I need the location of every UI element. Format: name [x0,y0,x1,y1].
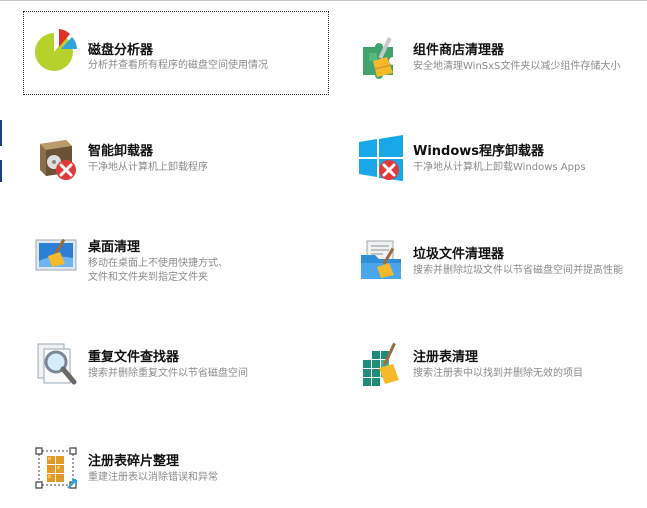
magnifier-document-icon [32,340,80,388]
tool-title: 注册表清理 [413,350,479,365]
tool-title: 垃圾文件清理器 [413,247,505,262]
tool-title: 桌面清理 [88,240,141,255]
folder-broom-icon [357,237,405,285]
window-top-border [0,0,647,1]
tool-registry-defrag[interactable]: 注册表碎片整理 重建注册表以消除错误和异常 [24,436,324,504]
puzzle-broom-icon [357,33,405,81]
windows-logo-delete-icon [357,134,405,182]
tool-component-store-cleaner[interactable]: 组件商店清理器 安全地清理WinSxS文件夹以减少组件存储大小 [349,25,647,93]
tool-duplicate-file-finder[interactable]: 重复文件查找器 搜索并删除重复文件以节省磁盘空间 [24,332,324,400]
left-edge-marker [0,160,2,182]
tool-title: 注册表碎片整理 [88,454,180,469]
tool-registry-cleaner[interactable]: 注册表清理 搜索注册表中以找到并删除无效的项目 [349,332,647,400]
pie-chart-icon [32,26,80,74]
tool-description: 搜索并删除重复文件以节省磁盘空间 [88,368,248,379]
tool-description: 干净地从计算机上卸载程序 [88,162,208,173]
tool-description: 移动在桌面上不使用快捷方式、 文件和文件夹到指定文件夹 [88,258,228,283]
tool-smart-uninstaller[interactable]: 智能卸载器 干净地从计算机上卸载程序 [24,126,324,194]
tool-description: 分析并查看所有程序的磁盘空间使用情况 [88,60,268,71]
left-edge-marker [0,120,2,146]
tool-description: 干净地从计算机上卸载Windows Apps [413,162,586,173]
desktop-broom-icon [32,230,80,278]
tool-description: 搜索注册表中以找到并删除无效的项目 [413,368,583,379]
tool-description: 搜索并删除垃圾文件以节省磁盘空间并提高性能 [413,265,623,276]
tool-disk-analyzer[interactable]: 磁盘分析器 分析并查看所有程序的磁盘空间使用情况 [23,11,329,95]
tool-description: 安全地清理WinSxS文件夹以减少组件存储大小 [413,61,621,72]
tool-title: 智能卸载器 [88,144,154,159]
tool-title: 磁盘分析器 [88,43,154,58]
tool-title: Windows程序卸载器 [413,144,545,159]
tool-junk-file-cleaner[interactable]: 垃圾文件清理器 搜索并删除垃圾文件以节省磁盘空间并提高性能 [349,229,647,297]
tool-title: 组件商店清理器 [413,43,505,58]
tool-desktop-cleaner[interactable]: 桌面清理 移动在桌面上不使用快捷方式、 文件和文件夹到指定文件夹 [24,222,324,290]
registry-cubes-icon [32,444,80,492]
tool-description: 重建注册表以消除错误和异常 [88,472,218,483]
tool-title: 重复文件查找器 [88,350,180,365]
registry-broom-icon [357,340,405,388]
software-box-delete-icon [32,134,80,182]
tool-windows-apps-uninstaller[interactable]: Windows程序卸载器 干净地从计算机上卸载Windows Apps [349,126,647,194]
